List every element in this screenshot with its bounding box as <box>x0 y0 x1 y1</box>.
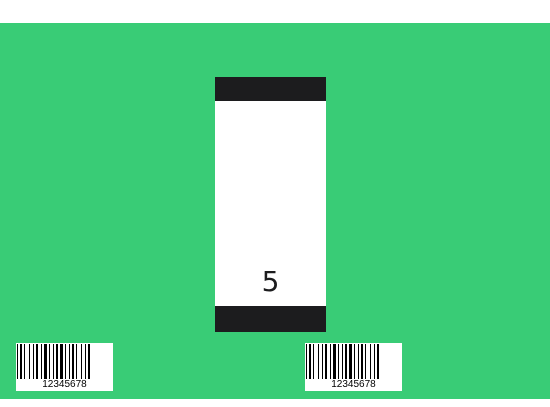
barcode-stripe <box>41 344 42 379</box>
barcode-stripe <box>33 344 34 379</box>
barcode-stripe <box>49 344 50 379</box>
barcode-stripe <box>85 344 86 379</box>
barcode-stripe <box>81 344 82 379</box>
barcode-stripe <box>24 344 25 379</box>
barcode-bars <box>17 344 90 379</box>
barcode-stripe <box>361 344 363 379</box>
barcode-stripe <box>309 344 311 379</box>
barcode-stripe <box>374 344 375 379</box>
barcode-text: 12345678 <box>305 379 402 391</box>
barcode-stripe <box>354 344 355 379</box>
barcode-stripe <box>60 344 63 379</box>
barcode-stripe <box>338 344 339 379</box>
barcode-stripe <box>345 344 347 379</box>
top-bar <box>0 0 550 23</box>
barcode-stripe <box>325 344 327 379</box>
barcode-stripe <box>29 344 30 379</box>
barcode-stripe <box>330 344 331 379</box>
barcode-stripe <box>306 344 307 379</box>
barcode-stripe <box>88 344 90 379</box>
barcode-stripe <box>53 344 54 379</box>
barcode-stripe <box>322 344 323 379</box>
barcode-stripe <box>365 344 366 379</box>
barcode-stripe <box>313 344 314 379</box>
test-tube[interactable]: 5 <box>215 77 326 332</box>
barcode-stripe <box>20 344 22 379</box>
barcode-right[interactable]: 12345678 <box>305 343 402 391</box>
barcode-text: 12345678 <box>16 379 113 391</box>
barcode-stripe <box>349 344 352 379</box>
bottom-bar <box>0 399 550 407</box>
tube-bottom-cap <box>215 306 326 332</box>
barcode-stripe <box>333 344 336 379</box>
barcode-stripe <box>69 344 70 379</box>
barcode-stripe <box>358 344 359 379</box>
barcode-stripe <box>36 344 38 379</box>
barcode-stripe <box>318 344 319 379</box>
barcode-stripe <box>370 344 371 379</box>
tube-number: 5 <box>261 265 280 298</box>
barcode-stripe <box>72 344 74 379</box>
barcode-stripe <box>17 344 18 379</box>
tube-top-cap <box>215 77 326 101</box>
barcode-stripe <box>377 344 379 379</box>
barcode-stripe <box>342 344 343 379</box>
barcode-stripe <box>44 344 47 379</box>
barcode-left[interactable]: 12345678 <box>16 343 113 391</box>
barcode-stripe <box>76 344 77 379</box>
barcode-bars <box>306 344 379 379</box>
barcode-stripe <box>65 344 66 379</box>
barcode-stripe <box>56 344 58 379</box>
